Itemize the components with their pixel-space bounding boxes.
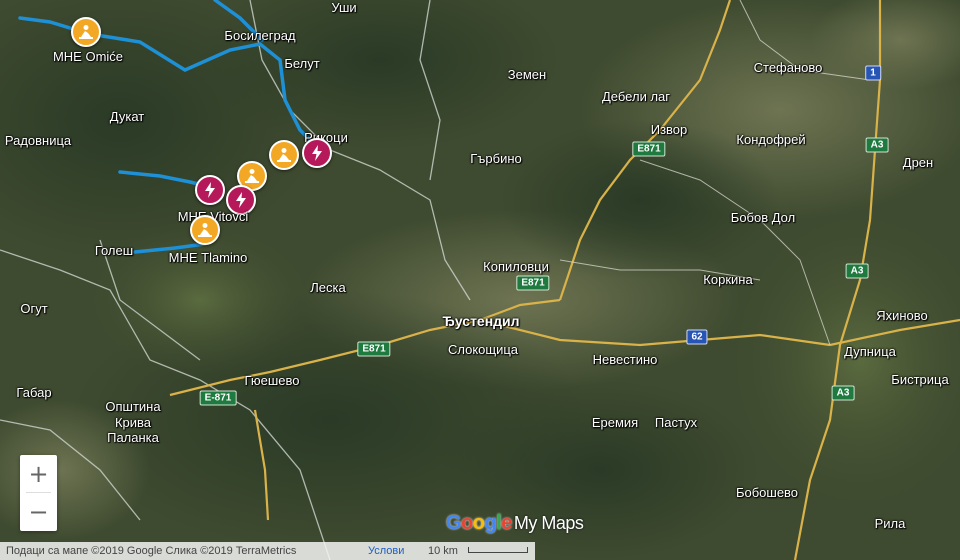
place-label: Огут (20, 301, 48, 316)
place-label: Земен (507, 67, 547, 82)
road-shield-a3: A3 (831, 385, 855, 401)
place-label: Пастух (654, 415, 698, 430)
place-label: Яхиново (876, 308, 928, 323)
place-label: Невестино (592, 352, 658, 367)
zoom-control: + − (20, 455, 57, 531)
marker-label: МНЕ Omiće (52, 49, 124, 64)
lightning-icon (312, 145, 322, 161)
road-shield-e871: E871 (516, 275, 550, 291)
place-label: Дупница (844, 344, 896, 359)
logo-letter: g (484, 512, 497, 534)
worker-icon (79, 25, 93, 39)
place-label: Паланка (107, 430, 159, 445)
map-attribution: Подаци са мапе ©2019 Google Слика ©2019 … (6, 545, 297, 557)
road-shield-a3: A3 (865, 137, 889, 153)
place-label: Голеш (94, 243, 134, 258)
place-label: Дебели лаг (601, 89, 671, 104)
road-shield-e871: E871 (357, 341, 391, 357)
place-label: Стефаново (753, 60, 823, 75)
power-marker[interactable] (302, 138, 332, 168)
logo-letter: G (446, 512, 462, 534)
place-label: Уши (331, 0, 357, 15)
place-label: Бобошево (735, 485, 799, 500)
lightning-icon (205, 182, 215, 198)
place-label: Леска (310, 280, 346, 295)
worker-icon (198, 223, 212, 237)
place-label: Габар (16, 385, 52, 400)
logo-product: My Maps (513, 513, 584, 533)
road-shield-a3: A3 (845, 263, 869, 279)
map-canvas[interactable] (0, 0, 960, 560)
place-label: Општина (105, 399, 161, 414)
place-label: Слокощица (447, 342, 519, 357)
place-label: Бобов Дол (730, 210, 796, 225)
terms-link[interactable]: Услови (368, 542, 404, 560)
place-label: Рила (874, 516, 906, 531)
google-my-maps-logo: Google My Maps (446, 512, 584, 535)
power-marker[interactable] (195, 175, 225, 205)
place-label: Гърбино (470, 151, 522, 166)
zoom-out-button[interactable]: − (20, 493, 57, 530)
zoom-in-button[interactable]: + (20, 455, 57, 492)
place-label: Гюешево (244, 373, 300, 388)
road-shield-e871: E871 (632, 141, 666, 157)
construction-marker[interactable] (71, 17, 101, 47)
worker-icon (277, 148, 291, 162)
place-label: Кондофрей (736, 132, 806, 147)
logo-letter: o (461, 512, 473, 534)
marker-label: МНЕ Tlamino (168, 250, 248, 265)
logo-letter: o (472, 512, 485, 534)
construction-marker[interactable] (269, 140, 299, 170)
place-label: Копиловци (483, 259, 549, 274)
place-label: Еремия (591, 415, 639, 430)
worker-icon (245, 169, 259, 183)
place-label: Босилеград (224, 28, 296, 43)
road-shield-1: 1 (865, 65, 881, 81)
road-shield-62: 62 (686, 329, 708, 345)
place-label: Дрен (902, 155, 934, 170)
place-label: Радовница (4, 133, 72, 148)
construction-marker[interactable] (190, 215, 220, 245)
place-label: Крива (114, 415, 152, 430)
place-label: Коркина (703, 272, 753, 287)
logo-letter: e (501, 512, 512, 534)
lightning-icon (236, 192, 246, 208)
place-label: Белут (284, 56, 320, 71)
place-label: Дукат (109, 109, 145, 124)
map-footer: Подаци са мапе ©2019 Google Слика ©2019 … (0, 542, 535, 560)
place-label: Извор (650, 122, 688, 137)
road-shield-e871: E-871 (199, 390, 237, 406)
scale-label: 10 km (428, 545, 458, 557)
place-label-city: Ђустендил (442, 313, 520, 329)
scale-bar (468, 547, 528, 553)
place-label: Бистрица (891, 372, 949, 387)
